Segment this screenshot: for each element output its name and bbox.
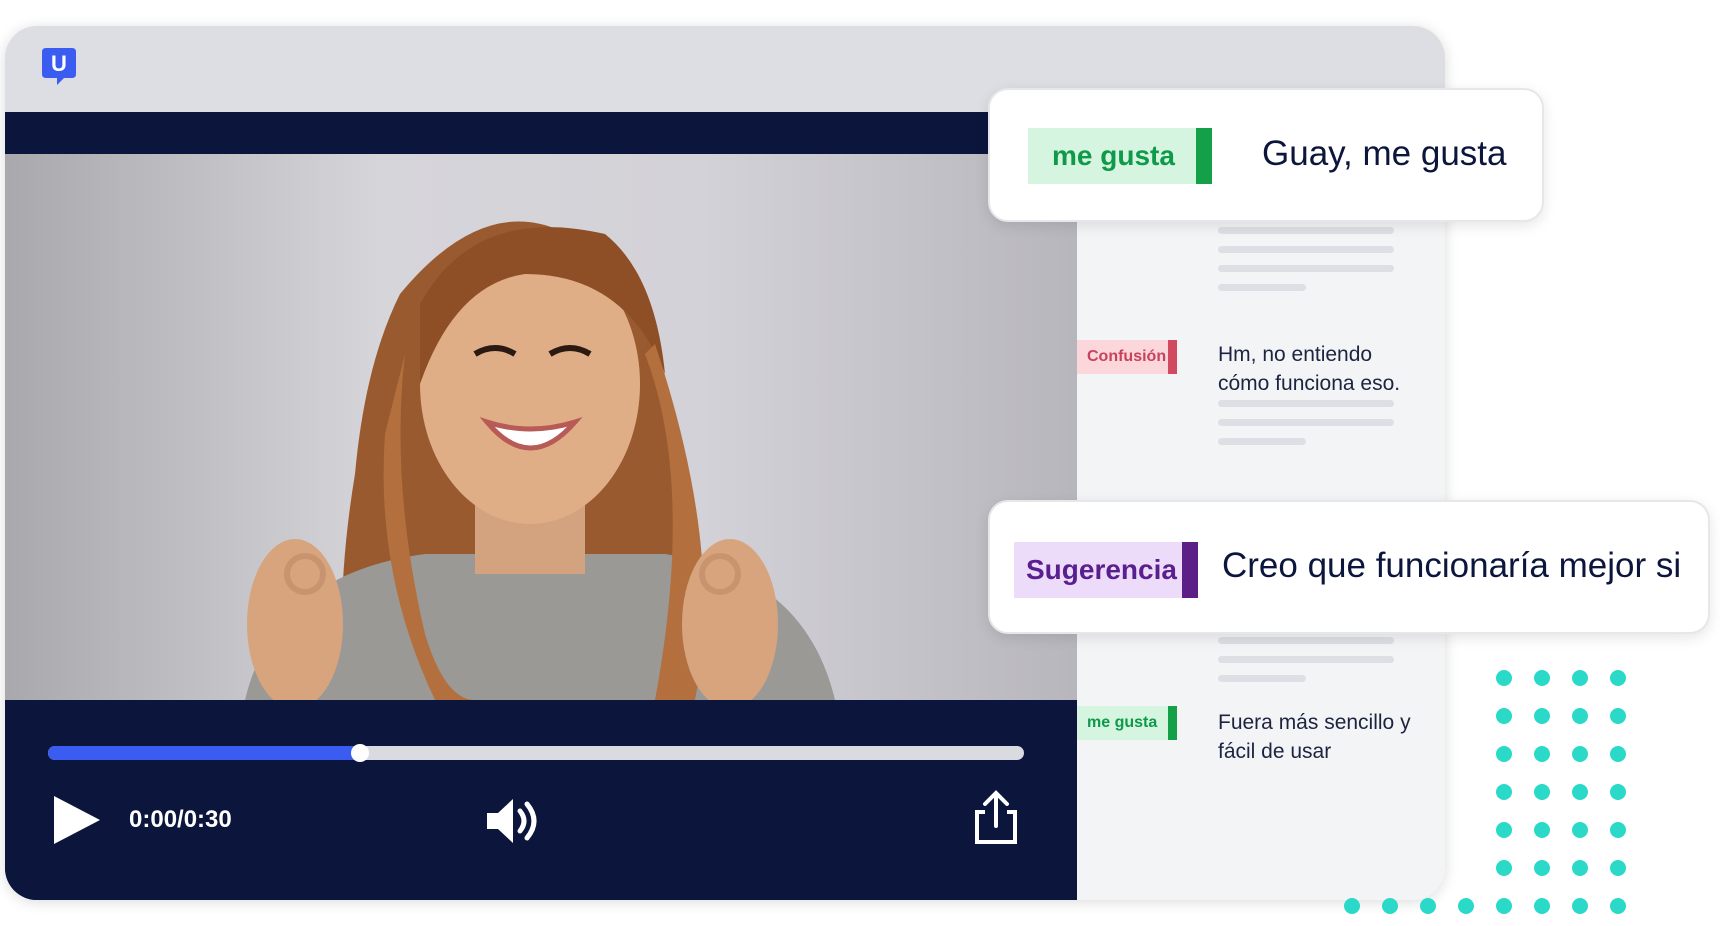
transcript-text-confusion: Hm, no entiendo cómo funciona eso.: [1218, 343, 1401, 395]
decorative-dot: [1534, 860, 1550, 876]
video-header: [5, 112, 1077, 154]
tag-me-gusta: me gusta: [1077, 706, 1177, 740]
play-icon[interactable]: [52, 794, 104, 846]
highlight-card-sugerencia[interactable]: Sugerencia Creo que funcionaría mejor si: [988, 500, 1710, 634]
app-logo: U: [42, 48, 76, 85]
share-icon[interactable]: [973, 790, 1019, 846]
decorative-dot: [1610, 898, 1626, 914]
decorative-dot: [1610, 784, 1626, 800]
decorative-dot: [1572, 708, 1588, 724]
decorative-dot: [1572, 784, 1588, 800]
progress-bar[interactable]: [48, 744, 1024, 762]
decorative-dot: [1496, 898, 1512, 914]
decorative-dot: [1534, 898, 1550, 914]
highlight-tag-sugerencia: Sugerencia: [1014, 542, 1198, 598]
tag-confusion: Confusión: [1077, 340, 1177, 374]
decorative-dot: [1572, 860, 1588, 876]
decorative-dot: [1610, 822, 1626, 838]
decorative-dot: [1572, 746, 1588, 762]
highlight-tag-me-gusta: me gusta: [1028, 128, 1212, 184]
time-display: 0:00/0:30: [129, 806, 232, 833]
decorative-dot: [1572, 670, 1588, 686]
decorative-dot: [1534, 746, 1550, 762]
decorative-dot: [1534, 670, 1550, 686]
highlight-text-me-gusta: Guay, me gusta: [1262, 134, 1507, 173]
highlight-text-sugerencia: Creo que funcionaría mejor si: [1222, 546, 1682, 585]
decorative-dot: [1610, 708, 1626, 724]
highlight-card-me-gusta[interactable]: me gusta Guay, me gusta: [988, 88, 1544, 222]
decorative-dot: [1496, 784, 1512, 800]
decorative-dot: [1458, 898, 1474, 914]
logo-letter: U: [51, 51, 67, 76]
volume-icon[interactable]: [485, 796, 541, 846]
video-player[interactable]: 0:00/0:30: [5, 112, 1077, 900]
decorative-dot: [1572, 898, 1588, 914]
decorative-dot: [1610, 860, 1626, 876]
decorative-dot: [1610, 670, 1626, 686]
decorative-dot: [1610, 746, 1626, 762]
progress-handle[interactable]: [351, 744, 370, 762]
video-frame[interactable]: [5, 154, 1077, 700]
decorative-dot: [1496, 708, 1512, 724]
decorative-dot: [1534, 708, 1550, 724]
transcript-lines-2: [1218, 400, 1394, 457]
decorative-dot: [1496, 746, 1512, 762]
decorative-dot: [1534, 822, 1550, 838]
decorative-dot: [1344, 898, 1360, 914]
decorative-dot: [1534, 784, 1550, 800]
decorative-dot: [1496, 860, 1512, 876]
video-thumbnail: [245, 221, 835, 700]
decorative-dot: [1420, 898, 1436, 914]
progress-fill: [48, 746, 361, 760]
decorative-dot: [1496, 822, 1512, 838]
decorative-dots: [1344, 670, 1626, 914]
decorative-dot: [1496, 670, 1512, 686]
decorative-dot: [1382, 898, 1398, 914]
player-controls: 0:00/0:30: [5, 700, 1077, 900]
transcript-lines-1: [1218, 208, 1394, 303]
decorative-dot: [1572, 822, 1588, 838]
